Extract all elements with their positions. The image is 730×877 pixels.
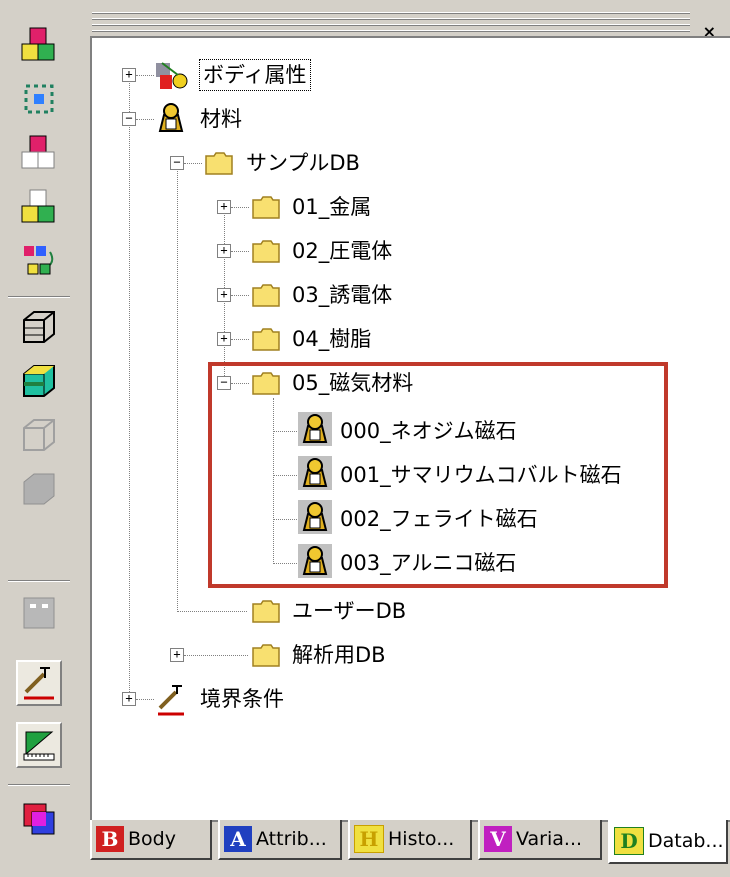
folder-icon (249, 638, 283, 672)
shaded-box-icon[interactable] (16, 358, 62, 404)
variables-tab-icon: V (484, 826, 512, 852)
tree-label-boundary[interactable]: 境界条件 (200, 684, 284, 714)
gray-panel-icon[interactable] (16, 590, 62, 636)
tree-label-user-db[interactable]: ユーザーDB (292, 596, 406, 626)
tree-label-material[interactable]: 材料 (200, 104, 242, 134)
solid-gray-icon[interactable] (16, 466, 62, 512)
body-tab-icon: B (96, 826, 124, 852)
tab-variables[interactable]: V Varia... (478, 820, 602, 860)
select-bottom-icon[interactable] (16, 184, 62, 230)
tree-label-analysis-db[interactable]: 解析用DB (292, 640, 386, 670)
left-toolbar (0, 0, 79, 877)
boundary-tool-icon[interactable] (16, 660, 62, 706)
tab-attributes[interactable]: A Attrib... (218, 820, 342, 860)
color-pair-icon[interactable] (16, 796, 62, 842)
folder-icon (249, 594, 283, 628)
tree-label-folder-03[interactable]: 03_誘電体 (292, 280, 392, 310)
folder-icon (249, 234, 283, 268)
swap-icon[interactable] (16, 238, 62, 284)
select-top-icon[interactable] (16, 130, 62, 176)
expand-boundary[interactable]: + (122, 692, 136, 706)
tree-label-folder-01[interactable]: 01_金属 (292, 192, 371, 222)
expand-folder-01[interactable]: + (217, 200, 231, 214)
expand-analysis-db[interactable]: + (170, 648, 184, 662)
folder-icon (249, 190, 283, 224)
tab-history[interactable]: H Histo... (348, 820, 472, 860)
attrib-tab-icon: A (224, 826, 252, 852)
tree-view[interactable]: + ボディ属性 − 材料 − サンプルDB + 01_金属 + 02_圧電体 + (90, 36, 730, 822)
collapse-sample-db[interactable]: − (170, 156, 184, 170)
tree-label-folder-02[interactable]: 02_圧電体 (292, 236, 392, 266)
expand-folder-03[interactable]: + (217, 288, 231, 302)
hidden-line-icon[interactable] (16, 412, 62, 458)
wireframe-box-icon[interactable] (16, 304, 62, 350)
expand-body-attr[interactable]: + (122, 68, 136, 82)
tree-label-folder-04[interactable]: 04_樹脂 (292, 324, 371, 354)
highlight-box (208, 362, 668, 588)
folder-icon (249, 278, 283, 312)
tree-label-sample-db[interactable]: サンプルDB (246, 148, 360, 178)
tab-body[interactable]: B Body (90, 820, 212, 860)
history-tab-icon: H (354, 825, 384, 853)
boundary-icon (154, 682, 188, 716)
tree-panel: × + ボディ属性 − 材料 − サンプルDB + 01_金属 + 02_圧電体… (78, 0, 730, 877)
material-icon (154, 101, 188, 135)
panel-grip[interactable]: × (92, 10, 716, 41)
database-tab-icon: D (614, 827, 644, 855)
explode-icon[interactable] (16, 76, 62, 122)
tab-database[interactable]: D Datab... (608, 820, 728, 864)
body-attr-icon (154, 57, 188, 91)
expand-folder-02[interactable]: + (217, 244, 231, 258)
expand-folder-04[interactable]: + (217, 332, 231, 346)
tree-label-body-attr[interactable]: ボディ属性 (199, 59, 311, 91)
color-blocks-icon[interactable] (16, 22, 62, 68)
collapse-material[interactable]: − (122, 112, 136, 126)
folder-icon (202, 146, 236, 180)
folder-icon (249, 322, 283, 356)
panel-tabs: B Body A Attrib... H Histo... V Varia...… (90, 820, 730, 866)
measure-tool-icon[interactable] (16, 722, 62, 768)
